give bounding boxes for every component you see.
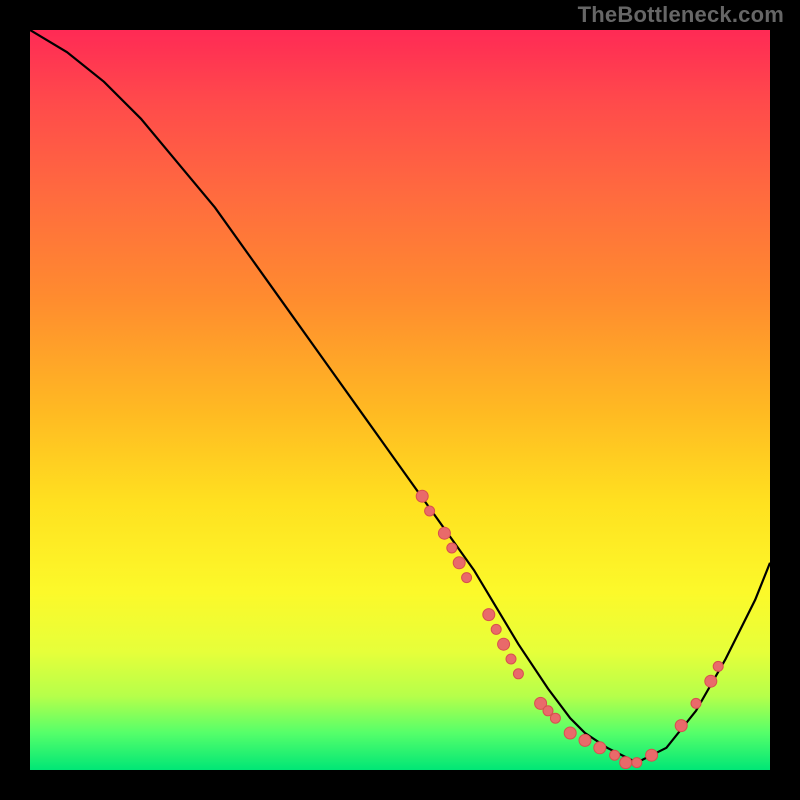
plot-outer: [30, 30, 770, 770]
watermark-text: TheBottleneck.com: [578, 2, 784, 28]
plot-gradient-background: [30, 30, 770, 770]
chart-frame: TheBottleneck.com: [0, 0, 800, 800]
